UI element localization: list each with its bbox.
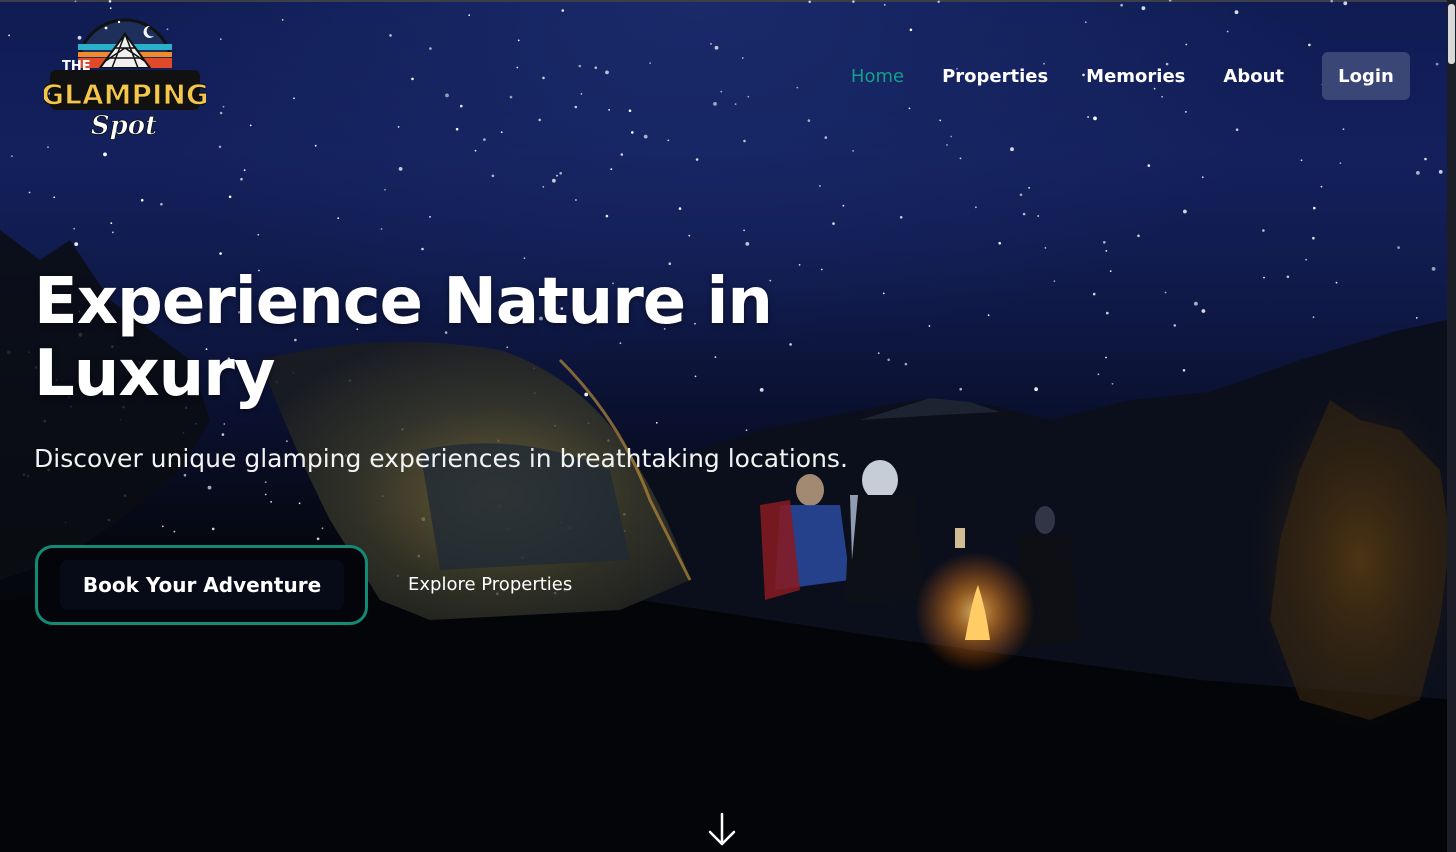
scrollbar-thumb[interactable] xyxy=(1448,4,1455,64)
nav-about-link[interactable]: About xyxy=(1223,66,1284,87)
arrow-down-icon[interactable] xyxy=(706,812,738,848)
explore-properties-link[interactable]: Explore Properties xyxy=(408,574,572,595)
hero-title: Experience Nature in Luxury xyxy=(34,265,773,411)
glamping-spot-logo[interactable]: THE GLAMPING Spot xyxy=(44,12,206,144)
book-adventure-button[interactable]: Book Your Adventure xyxy=(35,545,368,625)
hero-section: THE GLAMPING Spot Home Properties Memori… xyxy=(0,0,1456,852)
page-scrollbar[interactable] xyxy=(1447,0,1456,852)
nav-home-link[interactable]: Home xyxy=(851,66,904,87)
login-button[interactable]: Login xyxy=(1322,52,1410,100)
logo-text-the: THE xyxy=(62,59,91,74)
main-navigation: Home Properties Memories About Login xyxy=(813,52,1410,100)
nav-memories-link[interactable]: Memories xyxy=(1086,66,1185,87)
hero-subtitle: Discover unique glamping experiences in … xyxy=(34,444,848,473)
nav-properties-link[interactable]: Properties xyxy=(942,66,1048,87)
logo-text-spot: Spot xyxy=(91,111,157,141)
campsite-scenery-image xyxy=(0,230,1456,852)
logo-text-glamping: GLAMPING xyxy=(44,78,206,111)
book-adventure-label: Book Your Adventure xyxy=(60,560,344,610)
